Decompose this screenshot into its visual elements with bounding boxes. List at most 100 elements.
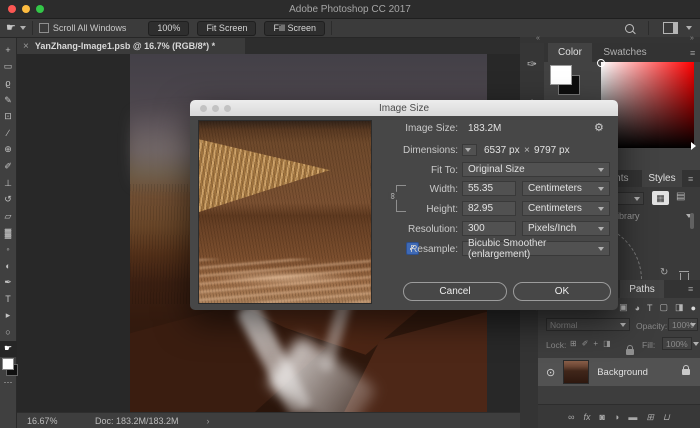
search-icon[interactable]: [625, 24, 634, 33]
lasso-tool[interactable]: ϱ: [0, 75, 17, 92]
clone-stamp-tool[interactable]: ⊥: [0, 175, 17, 192]
group-layers-icon[interactable]: ▬: [628, 412, 637, 422]
resample-method-value: Bicubic Smoother (enlargement): [468, 238, 598, 260]
lock-artboard-icon[interactable]: ◨: [603, 339, 611, 348]
eraser-tool[interactable]: ▱: [0, 208, 17, 225]
adjustment-layer-icon[interactable]: ◑: [614, 412, 619, 422]
layer-effects-icon[interactable]: fx: [583, 412, 590, 422]
workspace-chevron-icon[interactable]: [686, 26, 692, 30]
brushes-panel-icon[interactable]: ✑: [522, 51, 542, 77]
scroll-all-windows-label: Scroll All Windows: [53, 23, 127, 33]
hand-tool[interactable]: ☛: [0, 341, 17, 358]
sync-icon[interactable]: ↻: [660, 267, 668, 278]
delete-layer-icon[interactable]: ⊔: [663, 412, 670, 423]
layer-filter-toggle[interactable]: ●: [691, 303, 696, 313]
layer-row-background[interactable]: ⊙ Background: [538, 358, 700, 386]
grid-view-button[interactable]: ▦: [652, 191, 669, 205]
move-tool[interactable]: +: [0, 42, 17, 59]
close-window-button[interactable]: [8, 5, 16, 13]
divider: [331, 21, 332, 35]
edit-toolbar[interactable]: ⋯: [0, 374, 17, 391]
height-input[interactable]: 82.95: [462, 201, 516, 216]
document-tab[interactable]: × YanZhang-Image1.psb @ 16.7% (RGB/8*) *: [17, 38, 245, 54]
dialog-minimize-button[interactable]: [212, 105, 219, 112]
new-layer-icon[interactable]: ⊞: [646, 412, 654, 423]
gear-icon[interactable]: ⚙: [594, 121, 604, 134]
panel-menu-icon[interactable]: ≡: [688, 174, 693, 184]
filter-type-layers-icon[interactable]: T: [647, 303, 653, 313]
filter-smart-objects-icon[interactable]: ◨: [675, 302, 684, 313]
quick-selection-tool[interactable]: ✎: [0, 92, 17, 109]
scrollbar-thumb[interactable]: [690, 213, 694, 229]
blur-tool[interactable]: ◦: [0, 241, 17, 258]
resample-method-dropdown[interactable]: Bicubic Smoother (enlargement): [462, 241, 610, 256]
cancel-button[interactable]: Cancel: [403, 282, 507, 301]
zoom-100-button[interactable]: 100%: [148, 21, 189, 36]
panel-menu-icon[interactable]: ≡: [690, 48, 695, 58]
collapse-panels-icon[interactable]: «: [536, 35, 540, 42]
height-unit-dropdown[interactable]: Centimeters: [522, 201, 610, 216]
type-tool[interactable]: T: [0, 291, 17, 308]
foreground-color-swatch[interactable]: [2, 358, 14, 370]
close-tab-icon[interactable]: ×: [23, 41, 29, 52]
collapse-dock-icon[interactable]: »: [690, 35, 694, 42]
zoom-level[interactable]: 16.67%: [27, 416, 77, 426]
healing-brush-tool[interactable]: ⊕: [0, 142, 17, 159]
minimize-window-button[interactable]: [22, 5, 30, 13]
scroll-all-windows-checkbox[interactable]: [39, 23, 49, 33]
dialog-zoom-button[interactable]: [224, 105, 231, 112]
layer-visibility-icon[interactable]: ⊙: [546, 366, 555, 379]
shape-tool[interactable]: ○: [0, 324, 17, 341]
crop-tool[interactable]: ⊡: [0, 108, 17, 125]
image-size-preview[interactable]: [198, 120, 372, 304]
lock-paint-icon[interactable]: ✐: [582, 339, 589, 348]
picker-position-dot[interactable]: [597, 59, 605, 67]
filter-pixel-layers-icon[interactable]: ▣: [619, 302, 628, 313]
width-value: 55.35: [468, 183, 493, 194]
ok-button[interactable]: OK: [513, 282, 611, 301]
width-unit-dropdown[interactable]: Centimeters: [522, 181, 610, 196]
gradient-tool[interactable]: ▓: [0, 225, 17, 242]
tool-preset-chevron-icon[interactable]: [20, 26, 26, 30]
fit-to-dropdown[interactable]: Original Size: [462, 162, 610, 177]
dialog-close-button[interactable]: [200, 105, 207, 112]
history-brush-tool[interactable]: ↺: [0, 191, 17, 208]
foreground-color-swatch[interactable]: [550, 65, 572, 85]
width-input[interactable]: 55.35: [462, 181, 516, 196]
filter-adjustment-layers-icon[interactable]: ◕: [635, 303, 640, 313]
pen-tool[interactable]: ✒: [0, 274, 17, 291]
lock-transparent-icon[interactable]: ⊞: [570, 339, 577, 348]
resolution-input[interactable]: 300: [462, 221, 516, 236]
fit-screen-button[interactable]: Fit Screen: [197, 21, 256, 36]
list-view-button[interactable]: ▤: [676, 191, 685, 202]
layer-mask-icon[interactable]: ◙: [599, 412, 604, 422]
fill-screen-button[interactable]: Fill Screen: [264, 21, 325, 36]
fill-dropdown[interactable]: 100%: [662, 337, 692, 350]
tab-paths[interactable]: Paths: [620, 280, 664, 298]
path-select-tool[interactable]: ▸: [0, 308, 17, 325]
tab-color[interactable]: Color: [548, 43, 592, 62]
brush-tool[interactable]: ✐: [0, 158, 17, 175]
resolution-value: 300: [468, 223, 485, 234]
lock-move-icon[interactable]: +: [593, 339, 598, 348]
width-label: Width:: [378, 184, 458, 195]
zoom-window-button[interactable]: [36, 5, 44, 13]
marquee-tool[interactable]: ▭: [0, 59, 17, 76]
layer-thumbnail[interactable]: [563, 360, 589, 384]
eyedropper-tool[interactable]: ∕: [0, 125, 17, 142]
resolution-unit-dropdown[interactable]: Pixels/Inch: [522, 221, 610, 236]
blend-mode-dropdown[interactable]: Normal: [546, 318, 630, 331]
chevron-down-icon[interactable]: [693, 342, 699, 346]
filter-shape-layers-icon[interactable]: ▢: [660, 302, 669, 313]
workspace-icon[interactable]: [663, 22, 678, 34]
dimensions-unit-dropdown[interactable]: [462, 144, 477, 156]
dodge-tool[interactable]: ◐: [0, 258, 17, 275]
tab-swatches[interactable]: Swatches: [596, 43, 654, 62]
status-chevron-icon[interactable]: ›: [207, 416, 210, 426]
dialog-title-bar[interactable]: Image Size: [190, 100, 618, 116]
tab-styles[interactable]: Styles: [642, 170, 682, 187]
lock-all-icon[interactable]: [626, 349, 634, 355]
panel-menu-icon[interactable]: ≡: [688, 284, 693, 294]
link-layers-icon[interactable]: ∞: [568, 412, 574, 422]
chevron-down-icon[interactable]: [690, 323, 696, 327]
